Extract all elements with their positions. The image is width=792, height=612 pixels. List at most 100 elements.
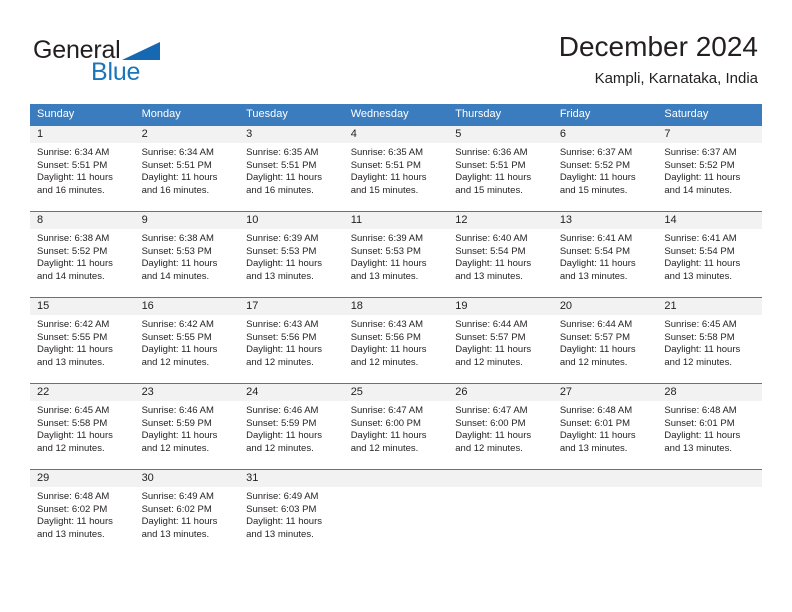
- day-details: Sunrise: 6:41 AM Sunset: 5:54 PM Dayligh…: [657, 229, 762, 283]
- day-number: 5: [448, 126, 553, 143]
- day-cell[interactable]: 25 Sunrise: 6:47 AM Sunset: 6:00 PM Dayl…: [343, 383, 449, 470]
- sunrise-text: Sunrise: 6:37 AM: [559, 147, 633, 158]
- day-number: 15: [30, 298, 135, 315]
- weekday-header-thursday: Thursday: [448, 104, 553, 126]
- daylight-text-line1: Daylight: 11 hours: [141, 344, 218, 356]
- sunrise-text: Sunrise: 6:43 AM: [246, 319, 319, 330]
- day-cell[interactable]: 5 Sunrise: 6:36 AM Sunset: 5:51 PM Dayli…: [448, 125, 553, 212]
- daylight-text-line2: and 13 minutes.: [246, 270, 314, 282]
- day-cell[interactable]: 21 Sunrise: 6:45 AM Sunset: 5:58 PM Dayl…: [657, 297, 762, 384]
- daylight-text-line2: and 14 minutes.: [37, 270, 105, 282]
- day-details: Sunrise: 6:44 AM Sunset: 5:57 PM Dayligh…: [448, 315, 553, 369]
- sunset-text: Sunset: 5:51 PM: [246, 159, 317, 171]
- day-cell[interactable]: 30 Sunrise: 6:49 AM Sunset: 6:02 PM Dayl…: [134, 469, 240, 555]
- daylight-text-line2: and 12 minutes.: [455, 442, 523, 454]
- daylight-text-line1: Daylight: 11 hours: [350, 344, 427, 356]
- sunset-text: Sunset: 5:56 PM: [246, 331, 317, 343]
- sunrise-text: Sunrise: 6:40 AM: [455, 233, 528, 244]
- day-cell[interactable]: 18 Sunrise: 6:43 AM Sunset: 5:56 PM Dayl…: [343, 297, 449, 384]
- day-cell[interactable]: 3 Sunrise: 6:35 AM Sunset: 5:51 PM Dayli…: [239, 125, 344, 212]
- daylight-text-line1: Daylight: 11 hours: [455, 344, 532, 356]
- day-number: 10: [239, 212, 344, 229]
- day-cell[interactable]: 29 Sunrise: 6:48 AM Sunset: 6:02 PM Dayl…: [30, 469, 135, 555]
- day-cell[interactable]: 27 Sunrise: 6:48 AM Sunset: 6:01 PM Dayl…: [552, 383, 658, 470]
- day-number: 1: [30, 126, 135, 143]
- day-number: 16: [134, 298, 240, 315]
- day-number: 29: [30, 470, 135, 487]
- day-number: [657, 470, 762, 487]
- day-cell[interactable]: 14 Sunrise: 6:41 AM Sunset: 5:54 PM Dayl…: [657, 211, 762, 298]
- day-details: Sunrise: 6:35 AM Sunset: 5:51 PM Dayligh…: [239, 143, 344, 197]
- sunset-text: Sunset: 5:53 PM: [141, 245, 212, 257]
- day-cell[interactable]: 4 Sunrise: 6:35 AM Sunset: 5:51 PM Dayli…: [343, 125, 449, 212]
- day-cell-empty: [657, 469, 762, 555]
- sunset-text: Sunset: 5:52 PM: [664, 159, 735, 171]
- daylight-text-line1: Daylight: 11 hours: [246, 172, 322, 184]
- day-details: Sunrise: 6:43 AM Sunset: 5:56 PM Dayligh…: [344, 315, 449, 369]
- day-cell[interactable]: 19 Sunrise: 6:44 AM Sunset: 5:57 PM Dayl…: [448, 297, 553, 384]
- day-cell[interactable]: 13 Sunrise: 6:41 AM Sunset: 5:54 PM Dayl…: [552, 211, 658, 298]
- daylight-text-line1: Daylight: 11 hours: [37, 172, 113, 184]
- day-number: 7: [657, 126, 762, 143]
- day-cell[interactable]: 22 Sunrise: 6:45 AM Sunset: 5:58 PM Dayl…: [30, 383, 135, 470]
- day-cell[interactable]: 12 Sunrise: 6:40 AM Sunset: 5:54 PM Dayl…: [448, 211, 553, 298]
- daylight-text-line2: and 12 minutes.: [141, 442, 210, 454]
- sunrise-text: Sunrise: 6:42 AM: [37, 319, 110, 330]
- daylight-text-line2: and 15 minutes.: [559, 184, 628, 196]
- sunset-text: Sunset: 5:56 PM: [350, 331, 421, 343]
- daylight-text-line1: Daylight: 11 hours: [664, 430, 741, 442]
- day-details: Sunrise: 6:48 AM Sunset: 6:02 PM Dayligh…: [30, 487, 135, 541]
- day-details: Sunrise: 6:36 AM Sunset: 5:51 PM Dayligh…: [448, 143, 553, 197]
- day-cell-empty: [343, 469, 449, 555]
- daylight-text-line1: Daylight: 11 hours: [664, 344, 741, 356]
- day-cell[interactable]: 31 Sunrise: 6:49 AM Sunset: 6:03 PM Dayl…: [239, 469, 344, 555]
- day-cell[interactable]: 23 Sunrise: 6:46 AM Sunset: 5:59 PM Dayl…: [134, 383, 240, 470]
- daylight-text-line2: and 16 minutes.: [141, 184, 210, 196]
- daylight-text-line2: and 13 minutes.: [559, 442, 628, 454]
- day-number: [343, 470, 449, 487]
- daylight-text-line1: Daylight: 11 hours: [141, 430, 218, 442]
- day-cell[interactable]: 24 Sunrise: 6:46 AM Sunset: 5:59 PM Dayl…: [239, 383, 344, 470]
- daylight-text-line2: and 12 minutes.: [37, 442, 105, 454]
- week-row: 8 Sunrise: 6:38 AM Sunset: 5:52 PM Dayli…: [30, 211, 762, 298]
- day-number: 3: [239, 126, 344, 143]
- day-cell[interactable]: 11 Sunrise: 6:39 AM Sunset: 5:53 PM Dayl…: [343, 211, 449, 298]
- daylight-text-line2: and 13 minutes.: [37, 528, 105, 540]
- calendar-body: 1 Sunrise: 6:34 AM Sunset: 5:51 PM Dayli…: [30, 125, 762, 555]
- sunrise-text: Sunrise: 6:43 AM: [350, 319, 424, 330]
- sunset-text: Sunset: 6:00 PM: [455, 417, 526, 429]
- day-cell[interactable]: 20 Sunrise: 6:44 AM Sunset: 5:57 PM Dayl…: [552, 297, 658, 384]
- day-cell[interactable]: 15 Sunrise: 6:42 AM Sunset: 5:55 PM Dayl…: [30, 297, 135, 384]
- daylight-text-line1: Daylight: 11 hours: [664, 258, 741, 270]
- day-cell[interactable]: 10 Sunrise: 6:39 AM Sunset: 5:53 PM Dayl…: [239, 211, 344, 298]
- day-cell[interactable]: 9 Sunrise: 6:38 AM Sunset: 5:53 PM Dayli…: [134, 211, 240, 298]
- day-cell-empty: [552, 469, 658, 555]
- title-block: December 2024 Kampli, Karnataka, India: [559, 30, 758, 90]
- day-number: 9: [134, 212, 240, 229]
- day-details: Sunrise: 6:45 AM Sunset: 5:58 PM Dayligh…: [30, 401, 135, 455]
- day-details: Sunrise: 6:39 AM Sunset: 5:53 PM Dayligh…: [239, 229, 344, 283]
- daylight-text-line1: Daylight: 11 hours: [246, 516, 322, 528]
- day-cell[interactable]: 2 Sunrise: 6:34 AM Sunset: 5:51 PM Dayli…: [134, 125, 240, 212]
- day-cell[interactable]: 17 Sunrise: 6:43 AM Sunset: 5:56 PM Dayl…: [239, 297, 344, 384]
- daylight-text-line2: and 13 minutes.: [246, 528, 314, 540]
- daylight-text-line2: and 12 minutes.: [350, 442, 419, 454]
- day-cell[interactable]: 26 Sunrise: 6:47 AM Sunset: 6:00 PM Dayl…: [448, 383, 553, 470]
- general-blue-logo: General Blue: [33, 36, 213, 86]
- day-details: Sunrise: 6:37 AM Sunset: 5:52 PM Dayligh…: [553, 143, 658, 197]
- day-cell[interactable]: 1 Sunrise: 6:34 AM Sunset: 5:51 PM Dayli…: [30, 125, 135, 212]
- weekday-header-tuesday: Tuesday: [239, 104, 344, 126]
- daylight-text-line2: and 13 minutes.: [141, 528, 210, 540]
- day-details: Sunrise: 6:42 AM Sunset: 5:55 PM Dayligh…: [135, 315, 240, 369]
- sunset-text: Sunset: 6:00 PM: [350, 417, 421, 429]
- daylight-text-line1: Daylight: 11 hours: [141, 258, 218, 270]
- sunrise-text: Sunrise: 6:49 AM: [141, 491, 214, 502]
- day-cell[interactable]: 6 Sunrise: 6:37 AM Sunset: 5:52 PM Dayli…: [552, 125, 658, 212]
- day-cell[interactable]: 7 Sunrise: 6:37 AM Sunset: 5:52 PM Dayli…: [657, 125, 762, 212]
- day-cell[interactable]: 8 Sunrise: 6:38 AM Sunset: 5:52 PM Dayli…: [30, 211, 135, 298]
- sunset-text: Sunset: 5:54 PM: [664, 245, 735, 257]
- day-cell[interactable]: 28 Sunrise: 6:48 AM Sunset: 6:01 PM Dayl…: [657, 383, 762, 470]
- sunrise-text: Sunrise: 6:46 AM: [246, 405, 319, 416]
- day-cell[interactable]: 16 Sunrise: 6:42 AM Sunset: 5:55 PM Dayl…: [134, 297, 240, 384]
- daylight-text-line2: and 12 minutes.: [664, 356, 732, 368]
